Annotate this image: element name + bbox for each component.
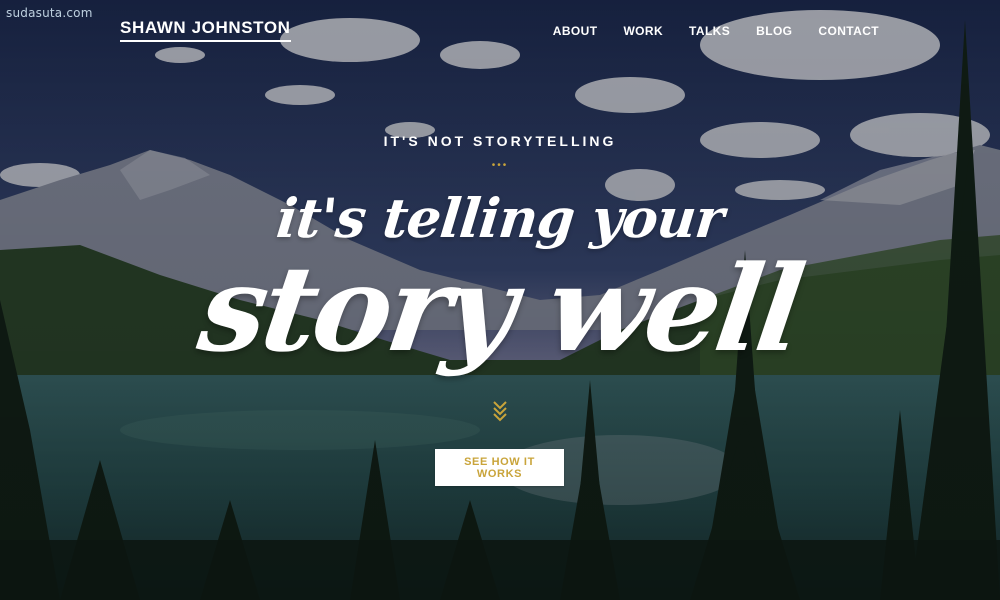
watermark: sudasuta.com: [6, 6, 93, 20]
nav-contact[interactable]: CONTACT: [818, 24, 879, 38]
nav-talks[interactable]: TALKS: [689, 24, 730, 38]
hero-divider: •••: [491, 160, 509, 171]
see-how-it-works-button[interactable]: SEE HOW IT WORKS: [435, 449, 564, 486]
main-nav: ABOUT WORK TALKS BLOG CONTACT: [553, 24, 879, 38]
nav-about[interactable]: ABOUT: [553, 24, 598, 38]
nav-work[interactable]: WORK: [623, 24, 663, 38]
nav-blog[interactable]: BLOG: [756, 24, 792, 38]
chevron-down-double-icon[interactable]: [490, 400, 510, 422]
hero-headline-line2: story well: [191, 239, 809, 378]
site-logo[interactable]: SHAWN JOHNSTON: [120, 18, 291, 42]
hero-eyebrow: IT'S NOT STORYTELLING: [383, 133, 617, 149]
